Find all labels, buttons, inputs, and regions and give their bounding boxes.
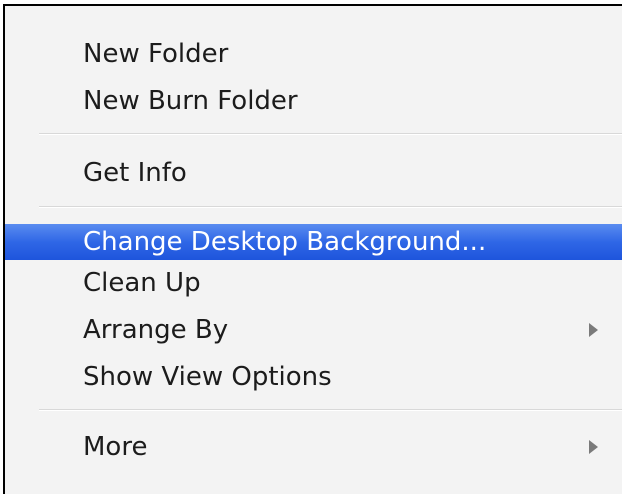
menu-item-get-info[interactable]: Get Info [5, 156, 622, 190]
menu-item-label: Show View Options [83, 362, 332, 392]
menu-item-label: Arrange By [83, 315, 229, 345]
menu-item-arrange-by[interactable]: Arrange By [5, 313, 622, 347]
menu-item-more[interactable]: More [5, 430, 622, 464]
menu-item-label: Get Info [83, 158, 187, 188]
context-menu: New Folder New Burn Folder Get Info Chan… [5, 6, 622, 494]
menu-item-new-folder[interactable]: New Folder [5, 37, 622, 71]
menu-separator [39, 409, 622, 411]
menu-item-label: More [83, 432, 148, 462]
menu-item-label: Clean Up [83, 268, 201, 298]
menu-item-label: New Folder [83, 39, 229, 69]
menu-item-label: New Burn Folder [83, 86, 298, 116]
screenshot-frame: New Folder New Burn Folder Get Info Chan… [3, 4, 622, 494]
menu-separator [39, 206, 622, 208]
menu-item-new-burn-folder[interactable]: New Burn Folder [5, 84, 622, 118]
submenu-arrow-icon [589, 440, 598, 454]
menu-item-show-view-options[interactable]: Show View Options [5, 360, 622, 394]
menu-separator [39, 133, 622, 135]
submenu-arrow-icon [589, 323, 598, 337]
menu-item-label: Change Desktop Background... [83, 227, 487, 257]
menu-item-clean-up[interactable]: Clean Up [5, 266, 622, 300]
menu-item-change-desktop-background[interactable]: Change Desktop Background... [5, 224, 622, 260]
